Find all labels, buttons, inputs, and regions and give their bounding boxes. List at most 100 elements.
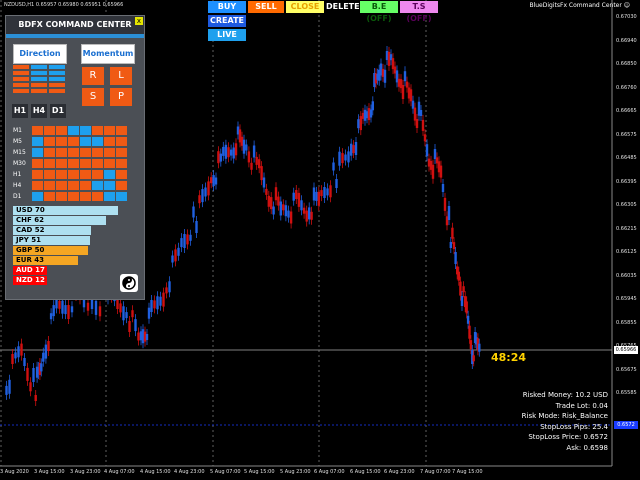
- trailing-stop-button[interactable]: T.S (OFF): [400, 1, 438, 23]
- candle-body: [317, 191, 320, 206]
- grid-cell: [56, 159, 67, 168]
- candle-body: [472, 355, 475, 362]
- momentum-r-button[interactable]: R: [82, 67, 104, 85]
- grid-cell: [104, 192, 115, 201]
- candle-body: [401, 85, 405, 99]
- candle-body: [469, 340, 473, 350]
- candle-body: [441, 184, 445, 192]
- candle-body: [272, 206, 275, 215]
- candle-body: [315, 191, 318, 201]
- candle-body: [369, 109, 373, 118]
- candle-body: [34, 395, 37, 401]
- grid-cell: [92, 126, 103, 135]
- candle-body: [457, 271, 460, 281]
- candle-body: [323, 187, 326, 198]
- price-axis-label: 0.66575: [616, 131, 637, 138]
- candle-body: [212, 175, 215, 187]
- candle-body: [17, 346, 20, 358]
- candle-body: [70, 306, 74, 313]
- risk-info-line: StopLoss Pips: 25.4: [540, 422, 608, 431]
- candle-body: [478, 343, 481, 352]
- candle-body: [145, 334, 149, 340]
- direction-button[interactable]: Direction: [13, 44, 67, 64]
- time-axis-label: 5 Aug 23:00: [280, 469, 311, 475]
- time-axis-label: 4 Aug 07:00: [104, 469, 135, 475]
- currency-strength-bar: EUR 43: [13, 256, 78, 265]
- candle-body: [20, 343, 23, 356]
- delete-button[interactable]: DELETE: [326, 1, 360, 13]
- timeframe-d1-button[interactable]: D1: [50, 104, 66, 118]
- grid-cell: [44, 192, 55, 201]
- grid-cell: [32, 159, 43, 168]
- price-axis-label: 0.66760: [616, 84, 637, 91]
- grid-cell: [104, 170, 115, 179]
- candle-body: [443, 197, 447, 211]
- price-axis-label: 0.66305: [616, 202, 637, 208]
- close-icon[interactable]: x: [135, 17, 143, 25]
- candle-body: [425, 144, 429, 157]
- candle-body: [162, 292, 165, 307]
- candle-body: [42, 352, 45, 362]
- time-axis-label: 5 Aug 07:00: [210, 469, 241, 475]
- candle-body: [270, 197, 273, 210]
- command-center-panel: BDFX COMMAND CENTER x Direction Momentum…: [5, 15, 145, 300]
- grid-cell: [92, 170, 103, 179]
- candle-body: [409, 89, 413, 102]
- close-button[interactable]: CLOSE: [286, 1, 324, 13]
- risk-info-line: StopLoss Price: 0.6572: [528, 433, 608, 441]
- candle-body: [383, 69, 387, 83]
- buy-button[interactable]: BUY: [208, 1, 246, 13]
- momentum-p-button[interactable]: P: [110, 88, 132, 106]
- sell-button[interactable]: SELL: [248, 1, 284, 13]
- candle-body: [214, 177, 218, 185]
- candle-body: [274, 187, 278, 201]
- candle-body: [250, 162, 253, 170]
- grid-cell: [104, 159, 115, 168]
- candle-body: [26, 367, 29, 381]
- time-axis-label: 3 Aug 2020: [0, 469, 29, 475]
- grid-cell: [32, 170, 43, 179]
- candle-body: [405, 81, 409, 88]
- currency-strength-bar: CAD 52: [13, 226, 91, 235]
- time-axis-label: 5 Aug 15:00: [244, 469, 275, 475]
- grid-row-label: H4: [13, 182, 22, 189]
- timeframe-h4-button[interactable]: H4: [31, 104, 47, 118]
- candle-body: [67, 305, 70, 319]
- candle-body: [52, 305, 55, 317]
- live-button[interactable]: LIVE: [208, 29, 246, 41]
- candle-body: [122, 306, 125, 321]
- candle-body: [247, 151, 251, 163]
- panel-title: BDFX COMMAND CENTER: [6, 16, 144, 34]
- candle-body: [134, 319, 137, 332]
- time-axis-label: 3 Aug 23:00: [70, 469, 101, 475]
- candle-body: [403, 71, 407, 82]
- price-axis-label: 0.65675: [616, 366, 637, 373]
- price-axis-label: 0.66395: [616, 178, 637, 185]
- grid-cell: [80, 170, 91, 179]
- momentum-button[interactable]: Momentum: [81, 44, 135, 64]
- grid-cell: [44, 148, 55, 157]
- momentum-l-button[interactable]: L: [110, 67, 132, 85]
- time-axis-label: 7 Aug 15:00: [452, 469, 483, 475]
- grid-cell: [80, 137, 91, 146]
- create-button[interactable]: CREATE: [208, 15, 246, 27]
- risk-info-line: Ask: 0.6598: [566, 443, 608, 452]
- price-axis-label: 0.66485: [616, 155, 637, 161]
- grid-cell: [68, 159, 79, 168]
- candle-body: [468, 325, 471, 339]
- price-axis-label: 0.67030: [616, 14, 637, 20]
- breakeven-button[interactable]: B.E (OFF): [360, 1, 398, 23]
- grid-cell: [56, 181, 67, 190]
- candle-body: [439, 165, 443, 178]
- candle-body: [61, 300, 64, 314]
- candle-body: [147, 307, 151, 319]
- timeframe-h1-button[interactable]: H1: [12, 104, 28, 118]
- grid-cell: [92, 192, 103, 201]
- candle-body: [210, 177, 213, 184]
- candle-body: [198, 195, 201, 204]
- grid-cell: [116, 126, 127, 135]
- candle-body: [335, 179, 338, 188]
- grid-row-label: M1: [13, 127, 22, 134]
- momentum-s-button[interactable]: S: [82, 88, 104, 106]
- grid-cell: [116, 181, 127, 190]
